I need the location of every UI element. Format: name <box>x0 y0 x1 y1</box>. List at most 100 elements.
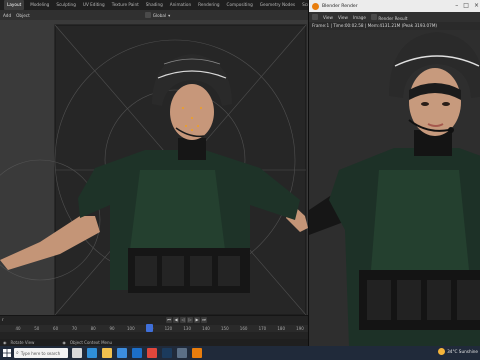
menu-image[interactable]: Image <box>353 15 366 20</box>
search-icon: ⌕ <box>16 350 19 356</box>
image-icon <box>371 13 377 20</box>
frame-tick: 160 <box>239 326 248 331</box>
tab-texture-paint[interactable]: Texture Paint <box>111 0 140 10</box>
frame-tick: 170 <box>258 326 267 331</box>
minimize-icon[interactable]: – <box>455 2 458 10</box>
frame-tick: 80 <box>90 326 96 331</box>
blender-icon <box>312 2 319 10</box>
render-result-label: Render Result <box>378 15 408 21</box>
tab-rendering[interactable]: Rendering <box>197 0 220 10</box>
menu-view-2[interactable]: View <box>338 15 348 20</box>
frame-tick: 180 <box>277 326 286 331</box>
frame-tick: 60 <box>53 326 59 331</box>
weather-text[interactable]: 34°C Sunshine <box>447 349 478 354</box>
mouse-icon: ◉ <box>62 340 66 345</box>
jump-end-icon[interactable]: ⏭ <box>201 317 207 323</box>
vest-front <box>371 170 469 270</box>
status-rotate-view: Rotate View <box>10 340 35 345</box>
image-slot-selector[interactable]: Render Result <box>371 13 408 21</box>
transform-orientation-label: Global <box>152 12 167 18</box>
orientation-icon <box>144 12 151 18</box>
frame-tick: 40 <box>15 326 21 331</box>
frame-ruler[interactable]: 4050607080901001101201301401501601701801… <box>0 325 308 332</box>
render-window-title: Blender Render <box>322 3 358 9</box>
image-viewer-icon[interactable] <box>177 348 187 358</box>
tab-shading[interactable]: Shading <box>145 0 164 10</box>
frame-tick: 130 <box>183 326 192 331</box>
blender-icon[interactable] <box>192 348 202 358</box>
close-icon[interactable]: × <box>474 2 479 10</box>
mic-tip <box>448 127 454 133</box>
playhead[interactable] <box>146 324 154 332</box>
pouch <box>190 256 212 286</box>
tab-modeling[interactable]: Modeling <box>29 0 50 10</box>
viewport-scene <box>0 24 308 315</box>
maximize-icon[interactable]: □ <box>463 2 469 10</box>
playback-bar: r ⏮ ◀ ◁ ▷ ▶ ⏭ <box>0 316 308 325</box>
pouch <box>427 280 451 320</box>
right-eye <box>442 102 450 106</box>
mouse-icon: ◉ <box>3 340 7 345</box>
render-window-titlebar[interactable]: Blender Render – □ × <box>309 0 480 12</box>
search-placeholder: Type here to search <box>20 350 61 356</box>
photoshop-icon[interactable] <box>162 348 172 358</box>
pouch <box>162 256 184 286</box>
blender-main-window: Layout Modeling Sculpting UV Editing Texture… <box>0 0 321 346</box>
taskbar: ⌕ Type here to search 34°C Sunshine <box>0 346 480 360</box>
left-eye <box>421 102 429 106</box>
3d-viewport[interactable] <box>0 20 308 315</box>
taskbar-search-input[interactable]: ⌕ Type here to search <box>14 348 68 358</box>
pouch <box>218 256 240 286</box>
tab-layout[interactable]: Layout <box>4 0 25 10</box>
pouch <box>457 280 480 320</box>
store-icon[interactable] <box>117 348 127 358</box>
frame-tick: 150 <box>220 326 229 331</box>
menu-view[interactable]: View <box>323 15 333 20</box>
render-info-bar: Frame:1 | Time:00:02.58 | Mem:4131.21M (… <box>309 22 480 30</box>
menu-object[interactable]: Object <box>16 13 30 18</box>
tab-sculpting[interactable]: Sculpting <box>55 0 77 10</box>
transform-orientation-dropdown[interactable]: Global ▾ <box>144 12 171 18</box>
windows-start-icon[interactable] <box>2 348 12 358</box>
mail-icon[interactable] <box>132 348 142 358</box>
window-controls: – □ × <box>455 2 479 10</box>
play-reverse-icon[interactable]: ◁ <box>180 317 186 323</box>
face <box>170 84 214 140</box>
render-result-image[interactable] <box>309 30 480 346</box>
timeline-editor: r ⏮ ◀ ◁ ▷ ▶ ⏭ 40506070809010011012013014… <box>0 315 308 339</box>
step-back-icon[interactable]: ◀ <box>173 317 179 323</box>
pouch <box>135 256 157 286</box>
tab-geometry-nodes[interactable]: Geometry Nodes <box>259 0 296 10</box>
frame-tick: 50 <box>34 326 40 331</box>
frame-tick: 70 <box>71 326 77 331</box>
editor-type-icon[interactable] <box>312 14 318 20</box>
play-icon[interactable]: ▷ <box>187 317 193 323</box>
taskbar-apps <box>72 348 202 358</box>
tab-compositing[interactable]: Compositing <box>226 0 254 10</box>
render-scene <box>309 30 480 346</box>
chevron-down-icon: ▾ <box>168 12 171 18</box>
tab-animation[interactable]: Animation <box>169 0 192 10</box>
sun-icon[interactable] <box>438 348 446 355</box>
neck-collar <box>178 138 206 160</box>
menu-add[interactable]: Add <box>3 13 11 18</box>
frame-tick: 120 <box>164 326 173 331</box>
render-window: Blender Render – □ × View View Image Ren… <box>308 0 480 346</box>
viewport-header: Add Object Global ▾ <box>0 10 308 20</box>
status-context-menu: Object Context Menu <box>69 340 113 345</box>
frame-tick: 190 <box>296 326 304 331</box>
status-bar: ◉ Rotate View ◉ Object Context Menu <box>0 339 308 346</box>
playback-controls: ⏮ ◀ ◁ ▷ ▶ ⏭ <box>166 317 207 323</box>
chrome-icon[interactable] <box>147 348 157 358</box>
frame-tick: 90 <box>109 326 115 331</box>
frame-tick: 140 <box>202 326 210 331</box>
task-view-icon[interactable] <box>72 348 82 358</box>
tab-uv-editing[interactable]: UV Editing <box>82 0 106 10</box>
step-forward-icon[interactable]: ▶ <box>194 317 200 323</box>
jump-start-icon[interactable]: ⏮ <box>166 317 172 323</box>
edge-browser-icon[interactable] <box>87 348 97 358</box>
pouch <box>397 280 421 320</box>
file-explorer-icon[interactable] <box>102 348 112 358</box>
system-tray: 34°C Sunshine <box>438 348 478 355</box>
workspace-tabs: Layout Modeling Sculpting UV Editing Texture… <box>0 0 321 10</box>
